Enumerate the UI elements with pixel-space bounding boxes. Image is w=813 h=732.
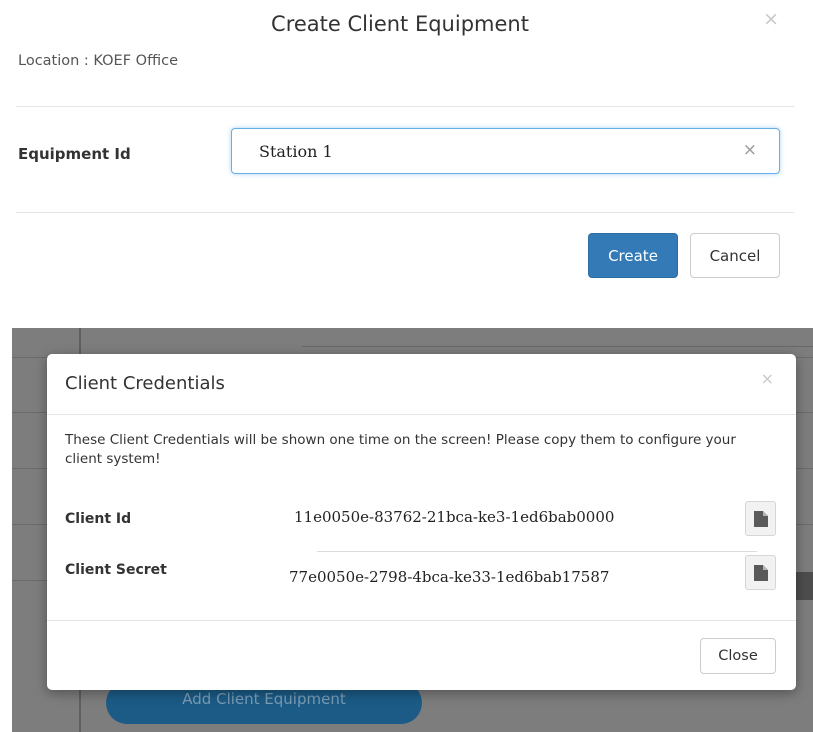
equipment-id-input[interactable]: Station 1 × xyxy=(231,128,780,174)
create-equipment-dialog: Create Client Equipment × Location : KOE… xyxy=(0,0,813,290)
close-icon[interactable]: × xyxy=(763,8,779,30)
cancel-button[interactable]: Cancel xyxy=(690,233,780,278)
divider xyxy=(16,212,794,213)
equipment-id-label: Equipment Id xyxy=(18,145,131,163)
client-secret-value: 77e0050e-2798-4bca-ke33-1ed6bab17587 xyxy=(289,568,610,586)
divider xyxy=(47,620,796,621)
field-underline xyxy=(317,551,757,552)
create-button[interactable]: Create xyxy=(588,233,678,278)
equipment-id-value: Station 1 xyxy=(259,142,333,161)
credentials-warning-message: These Client Credentials will be shown o… xyxy=(65,432,736,467)
file-copy-icon xyxy=(754,511,768,527)
close-button[interactable]: Close xyxy=(700,638,776,674)
divider xyxy=(16,106,794,107)
client-credentials-dialog: Client Credentials × These Client Creden… xyxy=(47,354,796,690)
divider xyxy=(47,414,796,415)
dialog-title: Client Credentials xyxy=(65,373,225,394)
close-icon[interactable]: × xyxy=(761,369,774,388)
file-copy-icon xyxy=(754,565,768,581)
location-text: Location : KOEF Office xyxy=(18,53,178,69)
copy-client-id-button[interactable] xyxy=(745,501,776,536)
copy-client-secret-button[interactable] xyxy=(745,555,776,590)
table-cell xyxy=(796,572,813,600)
dialog-title: Create Client Equipment xyxy=(271,12,529,36)
client-id-value: 11e0050e-83762-21bca-ke3-1ed6bab0000 xyxy=(294,508,615,526)
clear-input-icon[interactable]: × xyxy=(743,140,757,160)
client-secret-label: Client Secret xyxy=(65,562,167,578)
client-id-label: Client Id xyxy=(65,511,132,527)
